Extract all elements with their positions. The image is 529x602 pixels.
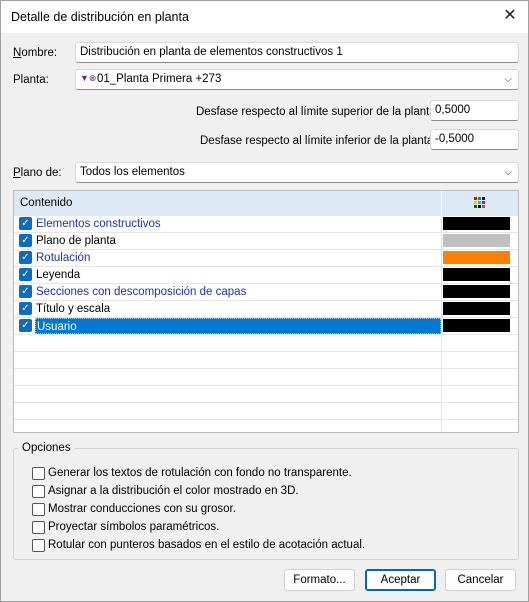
table-row[interactable]: ✓ Rotulación (14, 250, 518, 267)
header-color-column[interactable] (441, 191, 518, 216)
nombre-label: Nombre: (13, 47, 57, 59)
desfase-inf-label: Desfase respecto al límite inferior de l… (200, 135, 437, 147)
empty-row (14, 403, 518, 420)
color-swatch[interactable] (443, 251, 510, 264)
formato-button[interactable]: Formato... (284, 569, 355, 591)
row-label: Plano de planta (36, 235, 116, 247)
row-label: Usuario (35, 318, 441, 334)
option-label: Generar los textos de rotulación con fon… (48, 467, 352, 479)
dialog-window: Detalle de distribución en planta ✕ Nomb… (0, 0, 529, 602)
planta-value: 01_Planta Primera +273 (97, 73, 222, 85)
table-header: Contenido (14, 191, 518, 216)
empty-row (14, 352, 518, 369)
table-row[interactable]: ✓ Usuario (14, 318, 518, 335)
plano-value: Todos los elementos (80, 166, 185, 178)
color-swatch[interactable] (443, 217, 510, 230)
row-label: Secciones con descomposición de capas (36, 286, 247, 298)
empty-row (14, 335, 518, 352)
nombre-label-rest: ombre: (21, 47, 58, 59)
row-checkbox[interactable]: ✓ (19, 302, 32, 315)
plano-label-accel: P (13, 167, 21, 179)
row-label: Rotulación (36, 252, 91, 264)
desfase-sup-input[interactable]: 0,5000 (430, 100, 519, 121)
row-checkbox[interactable]: ✓ (19, 285, 32, 298)
plano-label: Plano de: (13, 167, 62, 179)
option-checkbox[interactable] (32, 485, 45, 498)
option-checkbox[interactable] (32, 539, 45, 552)
table-row[interactable]: ✓ Título y escala (14, 301, 518, 318)
table-row[interactable]: ✓ Plano de planta (14, 233, 518, 250)
table-row[interactable]: ✓ Secciones con descomposición de capas (14, 284, 518, 301)
planta-select[interactable]: ▼⊗01_Planta Primera +273 ⌵ (75, 69, 519, 90)
header-contenido[interactable]: Contenido (20, 197, 72, 209)
color-palette-icon (474, 197, 485, 208)
options-title: Opciones (18, 442, 75, 454)
row-label: Título y escala (36, 303, 111, 315)
option-checkbox[interactable] (32, 467, 45, 480)
row-checkbox[interactable]: ✓ (19, 251, 32, 264)
row-label: Leyenda (36, 269, 81, 281)
empty-row (14, 386, 518, 403)
color-swatch[interactable] (443, 268, 510, 281)
desfase-inf-input[interactable]: -0,5000 (430, 129, 519, 150)
content-table: Contenido ✓ Elementos constructivos ✓ Plano… (13, 190, 519, 433)
row-checkbox[interactable]: ✓ (19, 217, 32, 230)
nombre-input[interactable]: Distribución en planta de elementos cons… (75, 42, 519, 63)
chevron-down-icon: ⌵ (504, 167, 512, 178)
option-label: Asignar a la distribución el color mostr… (48, 485, 299, 497)
cancelar-button[interactable]: Cancelar (445, 569, 516, 591)
color-swatch[interactable] (443, 234, 510, 247)
option-label: Mostrar conducciones con su grosor. (48, 503, 236, 515)
close-icon[interactable]: ✕ (496, 3, 524, 29)
row-checkbox[interactable]: ✓ (19, 268, 32, 281)
row-label: Elementos constructivos (36, 218, 161, 230)
table-row[interactable]: ✓ Elementos constructivos (14, 216, 518, 233)
row-checkbox[interactable]: ✓ (19, 234, 32, 247)
level-icon: ▼⊗ (80, 73, 97, 83)
plano-select[interactable]: Todos los elementos ⌵ (75, 162, 519, 183)
option-checkbox[interactable] (32, 503, 45, 516)
empty-row (14, 369, 518, 386)
color-swatch[interactable] (443, 285, 510, 298)
option-label: Proyectar símbolos paramétricos. (48, 521, 220, 533)
table-row[interactable]: ✓ Leyenda (14, 267, 518, 284)
window-title: Detalle de distribución en planta (11, 10, 189, 24)
planta-label: Planta: (13, 74, 49, 86)
aceptar-button[interactable]: Aceptar (365, 569, 436, 591)
desfase-sup-label: Desfase respecto al límite superior de l… (196, 106, 439, 118)
title-bar: Detalle de distribución en planta ✕ (1, 1, 528, 33)
color-swatch[interactable] (443, 302, 510, 315)
option-checkbox[interactable] (32, 521, 45, 534)
chevron-down-icon: ⌵ (504, 74, 512, 85)
color-swatch[interactable] (443, 319, 510, 332)
plano-label-rest: lano de: (20, 167, 62, 179)
row-checkbox[interactable]: ✓ (19, 319, 32, 332)
option-label: Rotular con punteros basados en el estil… (48, 539, 366, 551)
